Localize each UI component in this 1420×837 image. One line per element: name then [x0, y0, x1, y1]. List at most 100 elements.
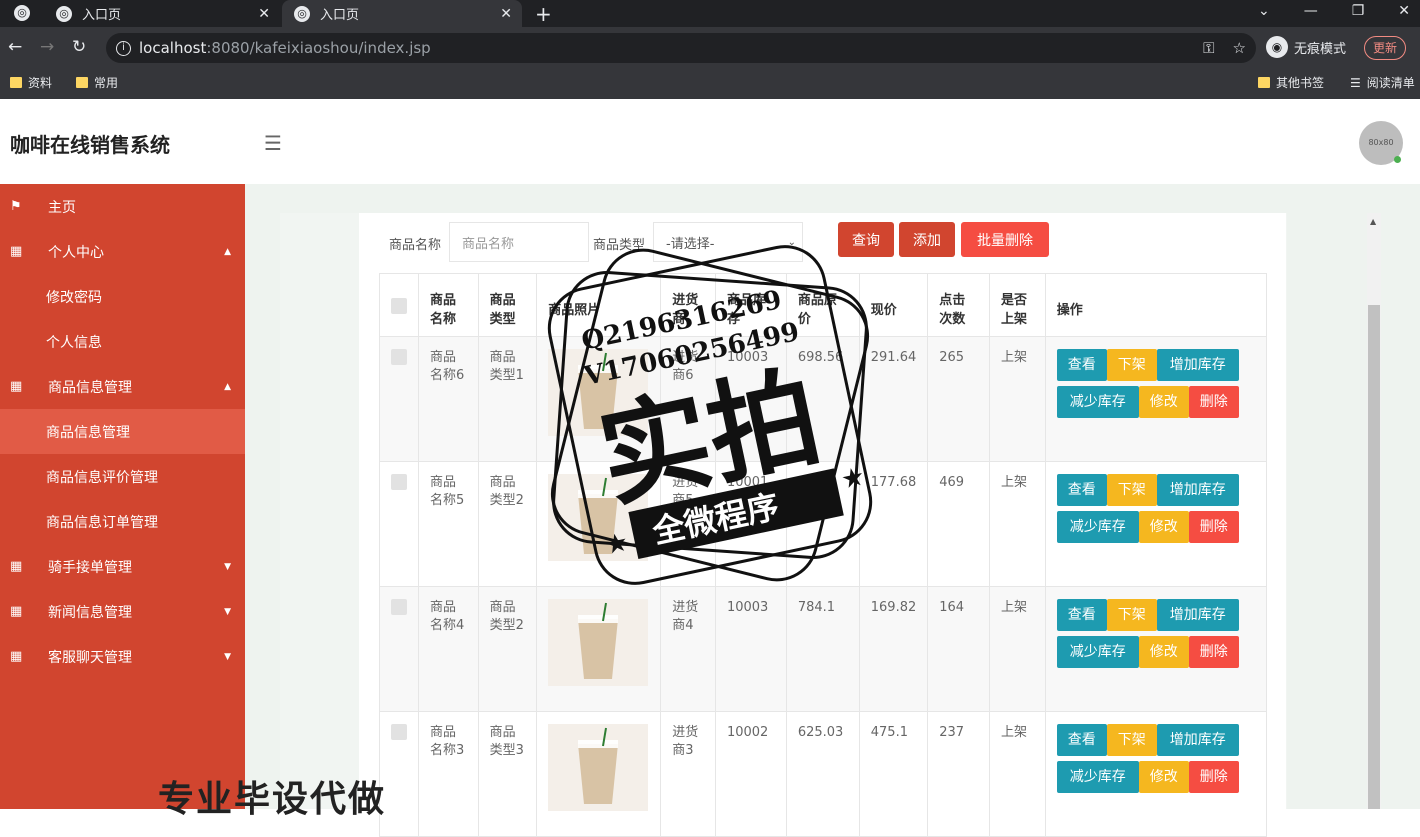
- supplier-cell: 进货商3: [660, 711, 716, 837]
- new-tab-icon[interactable]: +: [535, 2, 552, 26]
- edit-button[interactable]: 修改: [1138, 386, 1189, 418]
- scrollbar-thumb[interactable]: [1368, 305, 1380, 809]
- sidebar-item-home[interactable]: ⚑ 主页: [0, 184, 245, 229]
- row-checkbox[interactable]: [391, 474, 407, 490]
- sidebar-item-personal-info[interactable]: 个人信息: [0, 319, 245, 364]
- edit-button[interactable]: 修改: [1138, 511, 1189, 543]
- status-cell: 上架: [989, 461, 1046, 587]
- scrollbar[interactable]: ▲: [1367, 213, 1381, 809]
- unlist-button[interactable]: 下架: [1106, 474, 1157, 506]
- reload-icon[interactable]: ↻: [72, 37, 86, 57]
- back-arrow-icon[interactable]: ←: [8, 37, 22, 57]
- bookmark-folder[interactable]: 其他书签: [1258, 74, 1324, 91]
- view-button[interactable]: 查看: [1056, 474, 1107, 506]
- edit-button[interactable]: 修改: [1138, 636, 1189, 668]
- actions-cell: 查看 下架 增加库存 减少库存 修改 删除: [1044, 336, 1268, 462]
- coffee-photo[interactable]: [548, 474, 649, 561]
- site-info-icon[interactable]: i: [116, 40, 131, 56]
- sidebar-item-product-info[interactable]: ▦ 商品信息管理 ▲: [0, 364, 245, 409]
- key-icon[interactable]: ⚿: [1203, 39, 1214, 57]
- avatar[interactable]: 80x80: [1359, 121, 1403, 165]
- online-status-dot: [1394, 156, 1401, 163]
- scroll-up-arrow-icon[interactable]: ▲: [1370, 217, 1376, 226]
- col-header[interactable]: 商品库存: [714, 273, 787, 337]
- reduce-stock-button[interactable]: 减少库存: [1056, 511, 1139, 543]
- delete-button[interactable]: 删除: [1188, 761, 1239, 793]
- reduce-stock-button[interactable]: 减少库存: [1056, 761, 1139, 793]
- close-tab-icon[interactable]: ✕: [258, 6, 270, 22]
- minimize-icon[interactable]: —: [1304, 3, 1318, 19]
- select-all-checkbox[interactable]: [391, 298, 407, 314]
- row-checkbox[interactable]: [391, 724, 407, 740]
- bookmark-folder[interactable]: 资料: [10, 74, 52, 91]
- sidebar-item-product-reviews[interactable]: 商品信息评价管理: [0, 454, 245, 499]
- coffee-photo[interactable]: [548, 724, 649, 811]
- row-checkbox[interactable]: [391, 599, 407, 615]
- menu-toggle-icon[interactable]: ☰: [264, 131, 282, 155]
- add-button[interactable]: 添加: [899, 222, 955, 257]
- bookmark-star-icon[interactable]: ☆: [1233, 39, 1246, 57]
- sidebar-item-personal-center[interactable]: ▦ 个人中心 ▲: [0, 229, 245, 274]
- reduce-stock-button[interactable]: 减少库存: [1056, 636, 1139, 668]
- query-button[interactable]: 查询: [838, 222, 894, 257]
- view-button[interactable]: 查看: [1056, 724, 1107, 756]
- sidebar-item-product-manage[interactable]: 商品信息管理: [0, 409, 245, 454]
- name-search-input[interactable]: 商品名称: [449, 222, 589, 262]
- forward-arrow-icon[interactable]: →: [40, 37, 54, 57]
- delete-button[interactable]: 删除: [1188, 511, 1239, 543]
- restore-icon[interactable]: ❐: [1352, 3, 1365, 19]
- col-header[interactable]: 点击次数: [927, 273, 991, 337]
- sidebar-item-change-password[interactable]: 修改密码: [0, 274, 245, 319]
- supplier-cell: 进货商6: [660, 336, 716, 462]
- row-checkbox[interactable]: [391, 349, 407, 365]
- add-stock-button[interactable]: 增加库存: [1156, 724, 1239, 756]
- col-header[interactable]: 是否上架: [989, 273, 1046, 337]
- address-bar[interactable]: i localhost :8080/kafeixiaoshou/index.js…: [106, 33, 1256, 63]
- table-row: 商品名称6 商品类型1 进货商6 10003 698.56 291.64 265…: [379, 336, 1268, 462]
- browser-tab-2-active[interactable]: ◎ 入口页 ✕: [282, 0, 522, 27]
- batch-delete-button[interactable]: 批量删除: [961, 222, 1049, 257]
- view-button[interactable]: 查看: [1056, 349, 1107, 381]
- product-table: 商品名称 商品类型 商品照片 进货商 商品库存 商品原价 现价 点击次数 是否上…: [379, 273, 1268, 837]
- coffee-photo[interactable]: [548, 349, 649, 436]
- reading-list[interactable]: ☰ 阅读清单: [1350, 74, 1415, 91]
- unlist-button[interactable]: 下架: [1106, 599, 1157, 631]
- stock-cell: 10003: [714, 586, 787, 712]
- sidebar-item-news[interactable]: ▦ 新闻信息管理 ▼: [0, 589, 245, 634]
- close-tab-icon[interactable]: ✕: [500, 6, 512, 22]
- tab-search-globe-icon[interactable]: ◎: [14, 5, 30, 21]
- status-cell: 上架: [989, 336, 1046, 462]
- reduce-stock-button[interactable]: 减少库存: [1056, 386, 1139, 418]
- col-header[interactable]: 现价: [858, 273, 929, 337]
- unlist-button[interactable]: 下架: [1106, 349, 1157, 381]
- price-cell: 177.68: [858, 461, 929, 587]
- add-stock-button[interactable]: 增加库存: [1156, 349, 1239, 381]
- update-button[interactable]: 更新: [1364, 36, 1407, 60]
- folder-icon: [76, 77, 88, 88]
- add-stock-button[interactable]: 增加库存: [1156, 599, 1239, 631]
- incognito-icon: ◉: [1266, 36, 1288, 58]
- supplier-cell: 进货商4: [660, 586, 716, 712]
- product-name-cell: 商品名称4: [418, 586, 479, 712]
- col-header[interactable]: 商品原价: [785, 273, 860, 337]
- browser-tab-1[interactable]: ◎ 入口页 ✕: [44, 0, 280, 27]
- type-select[interactable]: -请选择- ⌄: [653, 222, 803, 262]
- sidebar-item-chat[interactable]: ▦ 客服聊天管理 ▼: [0, 634, 245, 679]
- close-window-icon[interactable]: ✕: [1398, 3, 1410, 19]
- col-header[interactable]: 商品类型: [477, 273, 538, 337]
- sidebar-item-product-orders[interactable]: 商品信息订单管理: [0, 499, 245, 544]
- view-button[interactable]: 查看: [1056, 599, 1107, 631]
- tab-list-chevron-icon[interactable]: ⌄: [1258, 3, 1270, 19]
- col-header[interactable]: 进货商: [660, 273, 716, 337]
- col-header[interactable]: 商品名称: [418, 273, 479, 337]
- sidebar-item-rider-orders[interactable]: ▦ 骑手接单管理 ▼: [0, 544, 245, 589]
- unlist-button[interactable]: 下架: [1106, 724, 1157, 756]
- coffee-photo[interactable]: [548, 599, 649, 686]
- delete-button[interactable]: 删除: [1188, 386, 1239, 418]
- delete-button[interactable]: 删除: [1188, 636, 1239, 668]
- edit-button[interactable]: 修改: [1138, 761, 1189, 793]
- bookmark-folder[interactable]: 常用: [76, 74, 118, 91]
- add-stock-button[interactable]: 增加库存: [1156, 474, 1239, 506]
- status-cell: 上架: [989, 586, 1046, 712]
- incognito-indicator[interactable]: ◉ 无痕模式: [1266, 36, 1346, 58]
